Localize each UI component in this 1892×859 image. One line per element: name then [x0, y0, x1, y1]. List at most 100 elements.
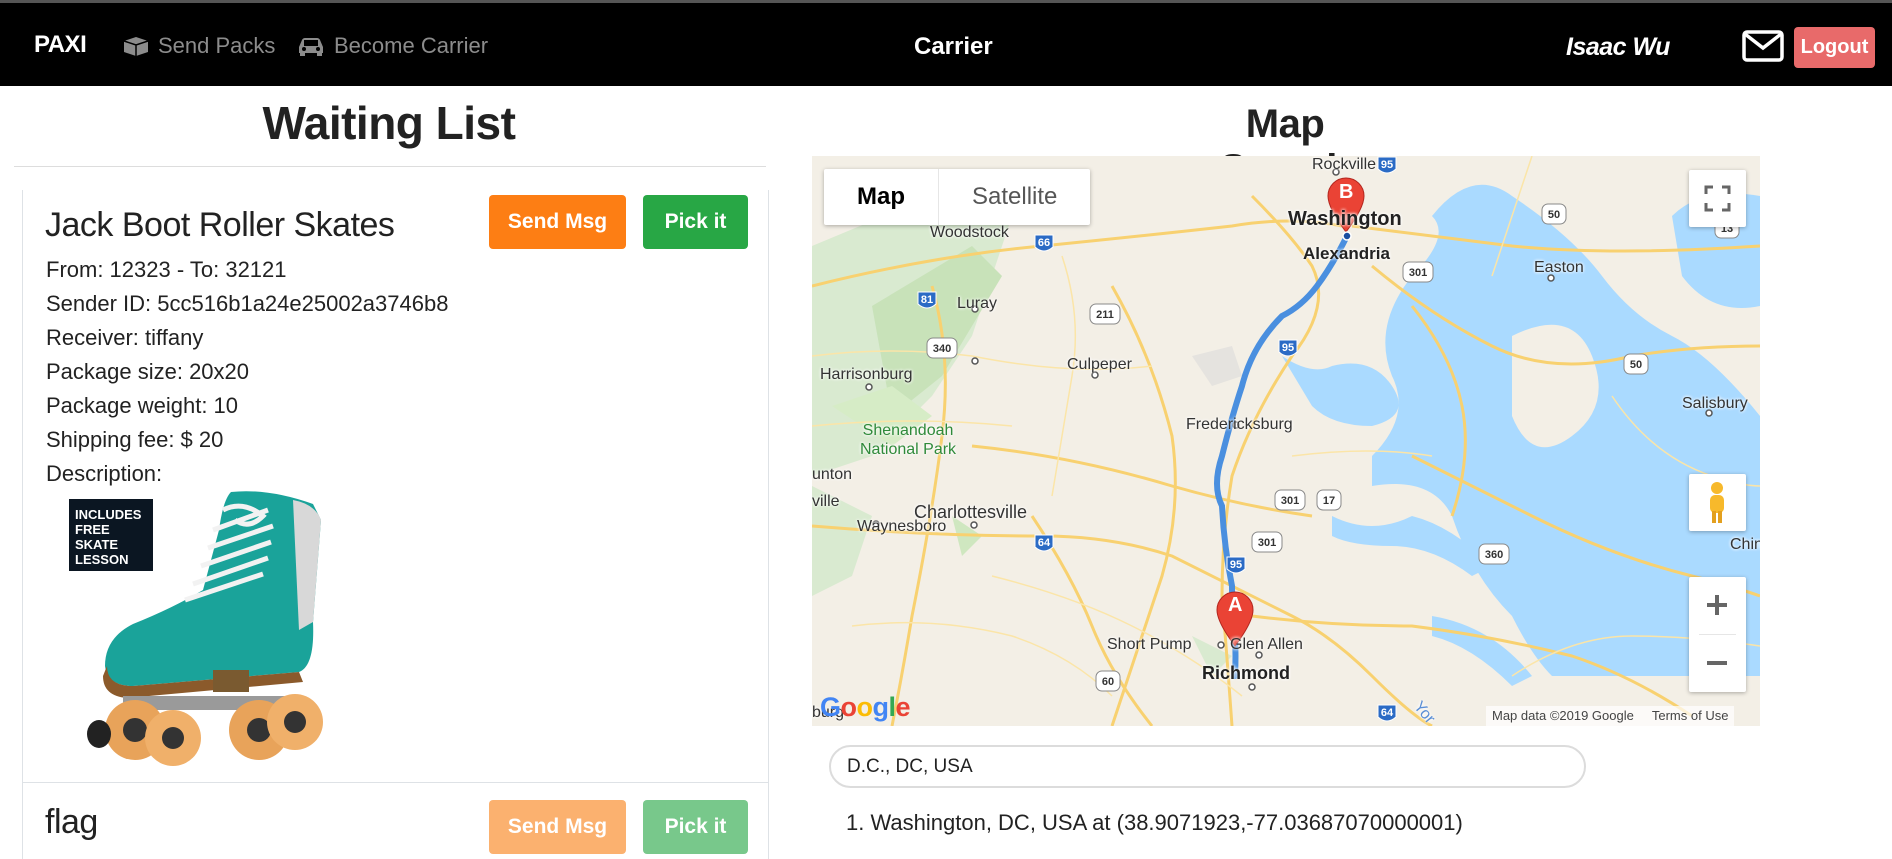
map-label-woodstock: Woodstock: [930, 224, 1009, 241]
terms-of-use-link[interactable]: Terms of Use: [1652, 708, 1729, 724]
interstate-95-shield: 95: [1226, 556, 1246, 574]
package-sender-id: Sender ID: 5cc516b1a24e25002a3746b8: [46, 291, 449, 316]
route-17-shield: 17: [1316, 489, 1342, 511]
google-logo[interactable]: Google: [820, 692, 911, 723]
box-icon: [122, 35, 150, 57]
map-label-richmond: Richmond: [1202, 663, 1290, 683]
car-icon: [296, 35, 326, 57]
nav-become-carrier-label: Become Carrier: [334, 33, 489, 58]
package-details: From: 12323 - To: 32121 Sender ID: 5cc51…: [46, 253, 448, 491]
svg-text:301: 301: [1258, 537, 1276, 549]
route-50-shield: 50: [1541, 203, 1567, 225]
package-route: From: 12323 - To: 32121: [46, 257, 287, 282]
pick-it-button[interactable]: Pick it: [643, 195, 748, 249]
svg-text:360: 360: [1485, 549, 1503, 561]
svg-text:60: 60: [1102, 676, 1114, 688]
map-label-waynesboro: Waynesboro: [857, 518, 947, 535]
interstate-64-shield: 64: [1377, 704, 1397, 722]
svg-text:211: 211: [1096, 309, 1114, 321]
map-label-glen-allen: Glen Allen: [1230, 636, 1303, 653]
map-label-alexandria: Alexandria: [1303, 244, 1390, 263]
marker-b-label: B: [1339, 181, 1354, 203]
street-view-button[interactable]: [1689, 474, 1746, 531]
send-msg-button[interactable]: Send Msg: [489, 195, 626, 249]
map-label-chin: Chin: [1730, 536, 1760, 553]
interstate-81-shield: 81: [917, 291, 937, 309]
map-label-shenandoah: Shenandoah National Park: [860, 422, 957, 458]
route-301-shield: 301: [1402, 261, 1434, 283]
mail-icon[interactable]: [1742, 30, 1784, 67]
svg-text:66: 66: [1038, 237, 1050, 249]
marker-a-label: A: [1228, 594, 1243, 616]
map-label-washington: Washington: [1288, 208, 1402, 230]
zoom-out-button[interactable]: [1689, 635, 1746, 692]
svg-text:81: 81: [921, 294, 933, 306]
map-label-salisbury: Salisbury: [1682, 395, 1748, 412]
pick-it-button[interactable]: Pick it: [643, 800, 748, 854]
waiting-list-title: Waiting List: [262, 97, 516, 149]
map-label-fredericksburg: Fredericksburg: [1186, 416, 1293, 433]
interstate-66-shield: 66: [1034, 234, 1054, 252]
user-name[interactable]: Isaac Wu: [1566, 33, 1670, 62]
svg-text:95: 95: [1282, 342, 1294, 354]
nav-send-packs-label: Send Packs: [158, 33, 276, 58]
svg-text:64: 64: [1381, 707, 1394, 719]
route-211-shield: 211: [1089, 303, 1121, 325]
map-label-harrisonburg: Harrisonburg: [820, 366, 913, 383]
package-description: Description:: [46, 461, 163, 486]
map-data-credit: Map data ©2019 Google: [1492, 708, 1634, 723]
svg-text:301: 301: [1409, 267, 1427, 279]
zoom-control: [1689, 577, 1746, 692]
map-type-map-button[interactable]: Map: [824, 169, 939, 225]
package-weight: Package weight: 10: [46, 393, 239, 418]
svg-text:340: 340: [933, 343, 951, 355]
zoom-in-button[interactable]: [1689, 577, 1746, 634]
map-type-control: Map Satellite: [824, 169, 1091, 225]
logout-button[interactable]: Logout: [1794, 27, 1875, 68]
route-340-shield: 340: [926, 337, 958, 359]
navbar: PAXI Send Packs Become Carrier Carrier I…: [0, 0, 1892, 86]
fullscreen-icon: [1704, 185, 1731, 212]
pegman-icon: [1710, 482, 1724, 523]
map-label-ville: ville: [812, 493, 840, 510]
route-360-shield: 360: [1478, 543, 1510, 565]
location-search-input[interactable]: [829, 745, 1586, 788]
svg-text:50: 50: [1630, 359, 1642, 371]
divider: [14, 166, 766, 167]
package-name: Jack Boot Roller Skates: [45, 206, 395, 244]
map-label-unton: unton: [812, 466, 853, 483]
route-map[interactable]: 66 81 95 95 95 64 64 50 50 13 301 301 30…: [812, 156, 1760, 726]
package-image: INCLUDES FREE SKATE LESSON: [69, 491, 323, 766]
svg-text:301: 301: [1281, 495, 1299, 507]
package-size: Package size: 20x20: [46, 359, 250, 384]
list-item: flag Send Msg Pick it: [23, 783, 768, 859]
send-msg-button[interactable]: Send Msg: [489, 800, 626, 854]
route-60-shield: 60: [1095, 670, 1121, 692]
package-fee: Shipping fee: $ 20: [46, 427, 224, 452]
package-receiver: Receiver: tiffany: [46, 325, 204, 350]
fullscreen-button[interactable]: [1689, 170, 1746, 227]
map-label-luray: Luray: [957, 295, 998, 312]
interstate-95-shield: 95: [1377, 156, 1397, 174]
route-301-shield: 301: [1274, 489, 1306, 511]
package-name: flag: [45, 803, 98, 841]
interstate-64-shield: 64: [1034, 534, 1054, 552]
interstate-95-shield: 95: [1278, 339, 1298, 357]
svg-text:64: 64: [1038, 537, 1051, 549]
list-item: Jack Boot Roller Skates Send Msg Pick it…: [23, 190, 768, 783]
search-result-item[interactable]: 1. Washington, DC, USA at (38.9071923,-7…: [846, 810, 1463, 836]
route-301-shield: 301: [1251, 531, 1283, 553]
map-label-culpeper: Culpeper: [1067, 356, 1132, 373]
nav-send-packs[interactable]: Send Packs: [122, 33, 275, 59]
brand-logo[interactable]: PAXI: [34, 31, 87, 59]
page-mode-title: Carrier: [914, 33, 993, 60]
waiting-list: Jack Boot Roller Skates Send Msg Pick it…: [22, 190, 769, 859]
svg-text:17: 17: [1323, 495, 1335, 507]
map-attribution: Map data ©2019 Google Terms of Use: [1486, 706, 1735, 726]
svg-text:95: 95: [1381, 159, 1393, 171]
route-50-shield: 50: [1623, 353, 1649, 375]
nav-become-carrier[interactable]: Become Carrier: [296, 33, 488, 59]
svg-text:95: 95: [1230, 559, 1242, 571]
map-type-satellite-button[interactable]: Satellite: [939, 169, 1090, 225]
map-label-short-pump: Short Pump: [1107, 636, 1192, 653]
